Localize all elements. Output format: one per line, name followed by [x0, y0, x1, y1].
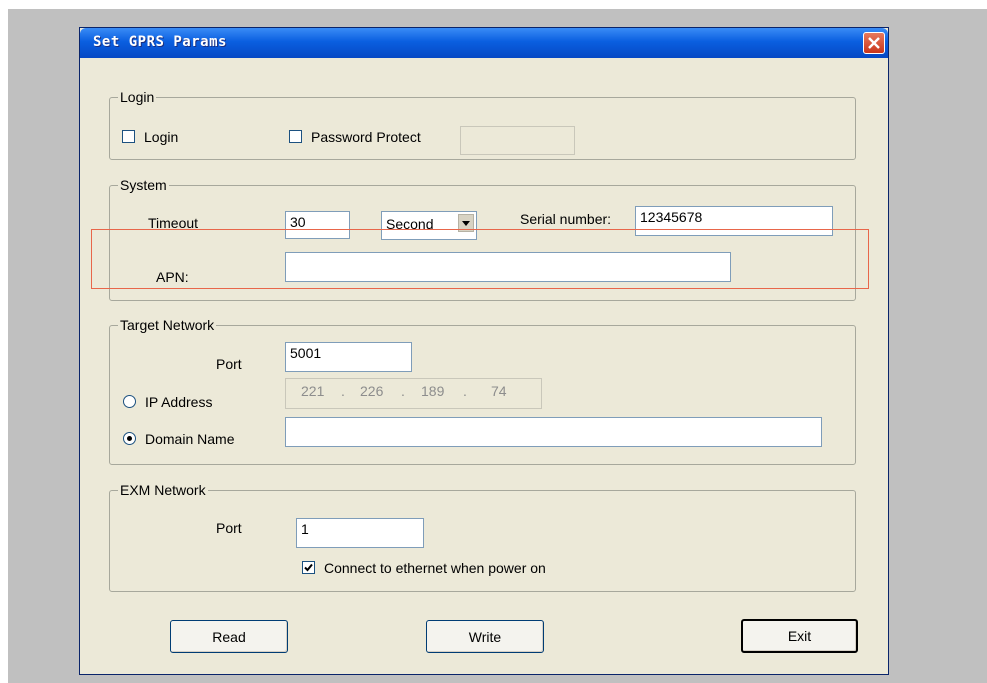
radio-selected-dot: [127, 436, 132, 441]
target-port-label: Port: [216, 356, 242, 372]
domain-name-field[interactable]: [285, 417, 822, 447]
exm-port-field[interactable]: 1: [296, 518, 424, 548]
serial-number-label: Serial number:: [520, 211, 612, 227]
title-bar[interactable]: Set GPRS Params: [80, 28, 888, 58]
domain-name-radio[interactable]: [123, 432, 136, 445]
ip-octet-2: 226: [360, 383, 384, 399]
ip-separator: .: [463, 383, 467, 399]
connect-ethernet-checkbox[interactable]: [302, 561, 315, 574]
password-field[interactable]: [460, 126, 575, 155]
set-gprs-params-dialog: Set GPRS Params Login Login Password Pro…: [79, 27, 889, 675]
ip-octet-1: 221: [301, 383, 325, 399]
apn-highlight-box: [91, 229, 869, 289]
ip-address-field[interactable]: 221 . 226 . 189 . 74: [285, 378, 542, 409]
connect-ethernet-label: Connect to ethernet when power on: [324, 560, 546, 576]
write-button[interactable]: Write: [426, 620, 544, 653]
login-checkbox[interactable]: [122, 130, 135, 143]
domain-name-label: Domain Name: [145, 431, 235, 447]
exm-port-label: Port: [216, 520, 242, 536]
ip-octet-4: 74: [491, 383, 507, 399]
ip-separator: .: [401, 383, 405, 399]
password-protect-checkbox[interactable]: [289, 130, 302, 143]
ip-separator: .: [341, 383, 345, 399]
ip-address-radio[interactable]: [123, 395, 136, 408]
target-network-legend: Target Network: [118, 317, 217, 333]
login-checkbox-label: Login: [144, 129, 179, 145]
ip-octet-3: 189: [421, 383, 445, 399]
read-button[interactable]: Read: [170, 620, 288, 653]
system-group-legend: System: [118, 177, 169, 193]
window-title: Set GPRS Params: [93, 34, 227, 50]
password-protect-label: Password Protect: [311, 129, 421, 145]
close-button[interactable]: [863, 32, 885, 54]
target-port-field[interactable]: 5001: [285, 342, 412, 372]
ip-address-label: IP Address: [145, 394, 213, 410]
exm-network-legend: EXM Network: [118, 482, 208, 498]
exm-network-group: EXM Network: [109, 482, 856, 592]
checkmark-icon: [304, 563, 313, 572]
exit-button[interactable]: Exit: [741, 619, 858, 653]
login-group-legend: Login: [118, 89, 157, 105]
close-icon: [868, 37, 880, 49]
